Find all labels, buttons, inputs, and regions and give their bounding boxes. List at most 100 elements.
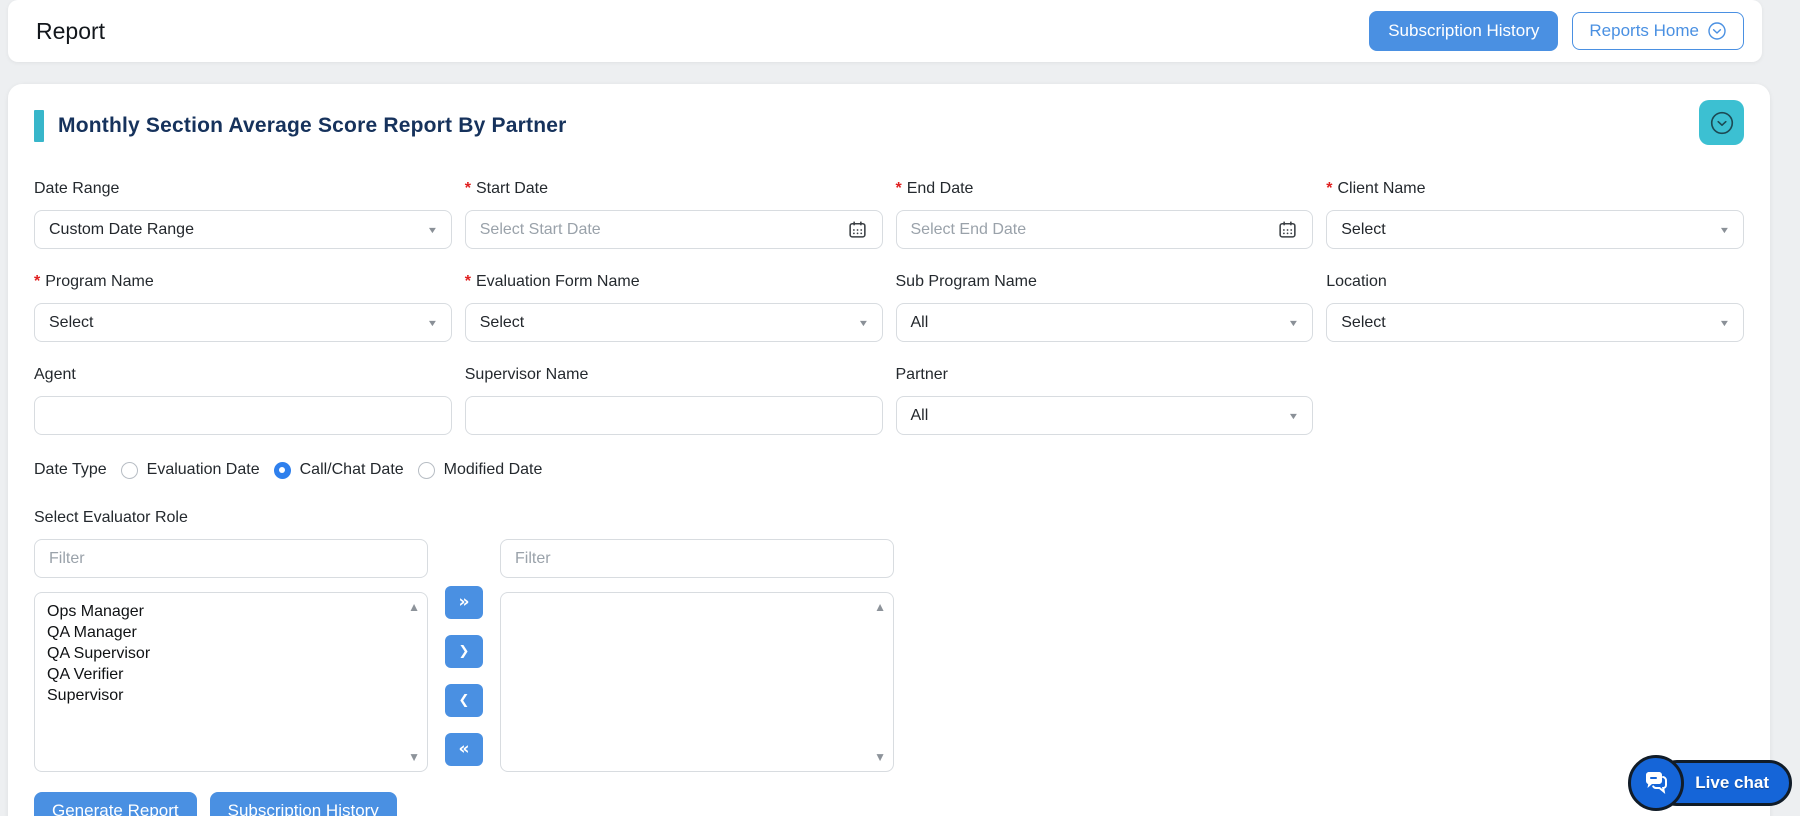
- reports-home-label: Reports Home: [1589, 21, 1699, 40]
- program-name-select[interactable]: Select ▼: [34, 303, 452, 342]
- client-name-label: * Client Name: [1326, 180, 1426, 197]
- radio-call-chat-date[interactable]: Call/Chat Date: [273, 461, 404, 479]
- supervisor-name-input[interactable]: [464, 396, 883, 435]
- field-start-date: * Start Date: [464, 180, 883, 249]
- page-title: Report: [36, 17, 106, 44]
- required-marker: *: [464, 180, 471, 197]
- evaluation-form-name-select[interactable]: Select ▼: [464, 303, 883, 342]
- field-client-name: * Client Name Select ▼: [1326, 180, 1744, 249]
- available-roles-pane: Ops ManagerQA ManagerQA SupervisorQA Ver…: [34, 539, 428, 772]
- supervisor-name-field[interactable]: [479, 397, 868, 434]
- agent-label: Agent: [34, 366, 76, 383]
- field-program-name: * Program Name Select ▼: [34, 273, 452, 342]
- field-evaluation-form-name: * Evaluation Form Name Select ▼: [464, 273, 883, 342]
- subscription-history-bottom-button[interactable]: Subscription History: [209, 792, 397, 816]
- scroll-up-icon[interactable]: ▲: [408, 601, 420, 613]
- list-item[interactable]: QA Supervisor: [47, 643, 401, 664]
- scroll-down-icon[interactable]: ▼: [408, 751, 420, 763]
- agent-input[interactable]: [34, 396, 452, 435]
- field-date-range: Date Range Custom Date Range ▼: [34, 180, 452, 249]
- partner-value: All: [910, 406, 929, 424]
- move-right-button[interactable]: ❯: [445, 635, 483, 668]
- radio-circle-icon: [273, 461, 291, 479]
- radio-modified-date[interactable]: Modified Date: [417, 461, 542, 479]
- available-roles-listbox[interactable]: Ops Manager QA Manager QA Supervisor QA Ver…: [34, 592, 428, 772]
- header-actions: Subscription History Reports Home: [1369, 11, 1744, 51]
- program-name-label: * Program Name: [34, 273, 154, 290]
- required-marker: *: [895, 180, 902, 197]
- top-header-bar: Report Subscription History Reports Home: [8, 0, 1762, 62]
- chevron-down-icon: ▼: [1718, 224, 1731, 235]
- agent-field[interactable]: [49, 397, 437, 434]
- radio-circle-icon: [417, 461, 435, 479]
- client-name-value: Select: [1341, 220, 1386, 238]
- selected-roles-filter-input[interactable]: [500, 539, 894, 578]
- chevron-down-icon: ▼: [426, 317, 439, 328]
- reports-home-button[interactable]: Reports Home: [1572, 12, 1744, 50]
- evaluation-form-name-value: Select: [479, 313, 525, 331]
- radio-circle-icon: [120, 461, 138, 479]
- evaluator-role-dual-list: Ops ManagerQA ManagerQA SupervisorQA Ver…: [28, 539, 1750, 772]
- start-date-input[interactable]: [464, 210, 883, 249]
- move-left-button[interactable]: ❮: [445, 684, 483, 717]
- scroll-down-icon[interactable]: ▼: [874, 751, 886, 763]
- list-item[interactable]: QA Manager: [47, 622, 401, 643]
- evaluator-role-label: Select Evaluator Role: [34, 509, 188, 526]
- partner-select[interactable]: All ▼: [895, 396, 1314, 435]
- start-date-field[interactable]: [479, 211, 847, 248]
- available-roles-list: Ops Manager QA Manager QA Supervisor QA Ver…: [47, 601, 401, 706]
- location-select[interactable]: Select ▼: [1326, 303, 1744, 342]
- start-date-label: * Start Date: [464, 180, 549, 197]
- field-partner: Partner All ▼: [895, 366, 1314, 435]
- available-roles-filter-input[interactable]: [34, 539, 428, 578]
- selected-roles-listbox[interactable]: ▲ ▼: [500, 592, 894, 772]
- collapse-panel-button[interactable]: [1699, 100, 1744, 145]
- generate-report-button[interactable]: Generate Report: [34, 792, 197, 816]
- end-date-input[interactable]: [895, 210, 1314, 249]
- scroll-up-icon[interactable]: ▲: [874, 601, 886, 613]
- list-item[interactable]: Supervisor: [47, 685, 401, 706]
- supervisor-name-label: Supervisor Name: [464, 366, 589, 383]
- sub-program-name-select[interactable]: All ▼: [895, 303, 1314, 342]
- chevron-down-icon: ▼: [1718, 317, 1731, 328]
- partner-label: Partner: [895, 366, 948, 383]
- transfer-buttons: » ❯ ❮ «: [445, 586, 483, 766]
- field-location: Location Select ▼: [1326, 273, 1744, 342]
- date-type-group: Date Type Evaluation Date Call/Chat Date…: [34, 461, 1750, 479]
- calendar-icon[interactable]: [847, 219, 868, 240]
- required-marker: *: [34, 273, 41, 290]
- field-supervisor-name: Supervisor Name: [464, 366, 883, 435]
- calendar-icon[interactable]: [1277, 219, 1298, 240]
- report-filter-card: Monthly Section Average Score Report By …: [8, 84, 1770, 816]
- report-title: Monthly Section Average Score Report By …: [58, 114, 567, 137]
- card-header: Monthly Section Average Score Report By …: [28, 110, 1750, 142]
- chevron-down-circle-icon: [1707, 21, 1727, 41]
- date-range-select[interactable]: Custom Date Range ▼: [34, 210, 452, 249]
- program-name-value: Select: [49, 313, 94, 331]
- move-all-right-button[interactable]: »: [445, 586, 483, 619]
- subscription-history-button[interactable]: Subscription History: [1369, 11, 1559, 51]
- chevron-down-icon: ▼: [1287, 317, 1300, 328]
- sub-program-name-value: All: [910, 313, 929, 331]
- chevron-down-icon: ▼: [1287, 410, 1300, 421]
- livechat-widget[interactable]: Live chat: [1628, 755, 1792, 811]
- filter-form: Date Range Custom Date Range ▼ * Start D…: [28, 156, 1750, 435]
- end-date-field[interactable]: [910, 211, 1278, 248]
- radio-evaluation-date[interactable]: Evaluation Date: [120, 461, 260, 479]
- form-actions: Generate Report Subscription History: [34, 792, 1750, 816]
- client-name-select[interactable]: Select ▼: [1326, 210, 1744, 249]
- date-range-label: Date Range: [34, 180, 120, 197]
- empty-grid-cell: [1326, 366, 1744, 435]
- location-label: Location: [1326, 273, 1387, 290]
- list-item[interactable]: QA Verifier: [47, 664, 401, 685]
- list-item[interactable]: Ops Manager: [47, 601, 401, 622]
- field-agent: Agent: [34, 366, 452, 435]
- chat-bubble-icon[interactable]: [1628, 755, 1685, 811]
- chevron-down-icon: ▼: [426, 224, 439, 235]
- move-all-left-button[interactable]: «: [445, 733, 483, 766]
- title-accent-bar: [34, 110, 44, 142]
- chevron-down-icon: ▼: [857, 317, 869, 328]
- chevron-down-circle-icon: [1709, 110, 1735, 136]
- required-marker: *: [1326, 180, 1333, 197]
- sub-program-name-label: Sub Program Name: [895, 273, 1037, 290]
